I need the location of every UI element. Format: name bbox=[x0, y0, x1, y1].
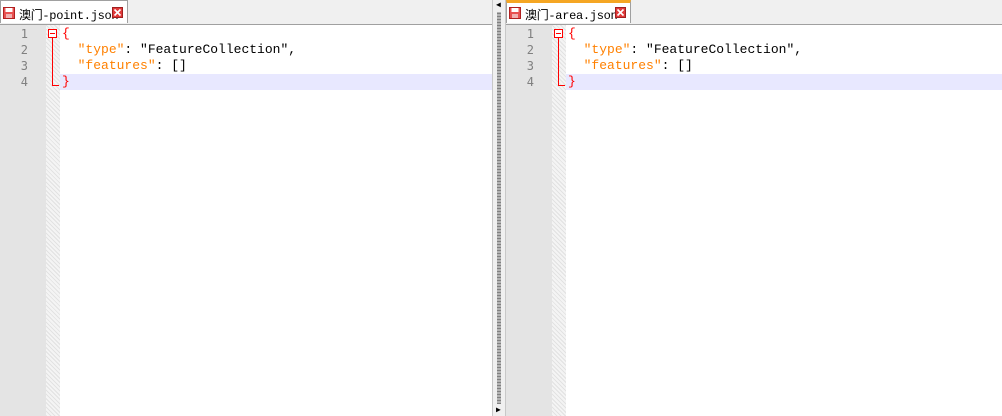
line-number: 3 bbox=[20, 59, 28, 73]
right-editor-pane: 澳门-area.json 1 2 3 4 { "type": "FeatureC… bbox=[506, 0, 1002, 416]
right-editor[interactable]: 1 2 3 4 { "type": "FeatureCollection", "… bbox=[506, 25, 1002, 416]
json-key: "features" bbox=[583, 58, 662, 73]
json-colon: : bbox=[661, 58, 678, 73]
line-number: 2 bbox=[20, 43, 28, 57]
fold-guide-line bbox=[558, 38, 559, 85]
save-file-icon bbox=[3, 7, 15, 19]
fold-margin bbox=[552, 25, 566, 416]
right-tab-bar: 澳门-area.json bbox=[506, 0, 1002, 25]
json-colon: : bbox=[155, 58, 172, 73]
json-key: "type" bbox=[583, 42, 631, 57]
json-value: [] bbox=[171, 58, 187, 73]
code-line-4: } bbox=[568, 74, 576, 90]
current-line-highlight bbox=[566, 74, 1002, 90]
left-editor-pane: 澳门-point.json 1 2 3 4 { "type": "Feature… bbox=[0, 0, 492, 416]
line-number: 2 bbox=[526, 43, 534, 57]
json-key: "features" bbox=[77, 58, 156, 73]
arrow-right-icon[interactable]: ▶ bbox=[496, 406, 501, 414]
close-tab-icon[interactable] bbox=[112, 7, 123, 18]
code-line-4: } bbox=[62, 74, 70, 90]
json-value: "FeatureCollection", bbox=[140, 42, 297, 57]
line-number: 1 bbox=[20, 27, 28, 41]
line-number: 4 bbox=[526, 75, 534, 89]
line-number: 3 bbox=[526, 59, 534, 73]
line-number-gutter: 1 2 3 4 bbox=[0, 25, 46, 416]
line-number-gutter: 1 2 3 4 bbox=[506, 25, 552, 416]
code-line-2: "type": "FeatureCollection", bbox=[568, 42, 802, 58]
line-number: 4 bbox=[20, 75, 28, 89]
close-tab-icon[interactable] bbox=[615, 7, 626, 18]
tab-area-json[interactable]: 澳门-area.json bbox=[506, 0, 631, 23]
tab-label: 澳门-area.json bbox=[525, 9, 618, 23]
open-brace: { bbox=[568, 26, 576, 41]
tab-label: 澳门-point.json bbox=[19, 9, 119, 23]
json-colon: : bbox=[630, 42, 647, 57]
fold-end-marker bbox=[52, 85, 59, 86]
open-brace: { bbox=[62, 26, 70, 41]
code-line-1: { bbox=[62, 26, 70, 42]
json-value: "FeatureCollection", bbox=[646, 42, 803, 57]
left-tab-bar: 澳门-point.json bbox=[0, 0, 492, 25]
code-line-2: "type": "FeatureCollection", bbox=[62, 42, 296, 58]
fold-end-marker bbox=[558, 85, 565, 86]
fold-collapse-icon[interactable] bbox=[48, 29, 57, 38]
splitter-grip[interactable] bbox=[497, 12, 501, 404]
save-file-icon bbox=[509, 7, 521, 19]
close-brace: } bbox=[62, 74, 70, 89]
tab-point-json[interactable]: 澳门-point.json bbox=[0, 0, 128, 23]
json-key: "type" bbox=[77, 42, 125, 57]
current-line-highlight bbox=[60, 74, 492, 90]
code-line-1: { bbox=[568, 26, 576, 42]
json-colon: : bbox=[124, 42, 141, 57]
fold-collapse-icon[interactable] bbox=[554, 29, 563, 38]
arrow-left-icon[interactable]: ◀ bbox=[496, 1, 501, 9]
json-value: [] bbox=[677, 58, 693, 73]
code-line-3: "features": [] bbox=[62, 58, 187, 74]
close-brace: } bbox=[568, 74, 576, 89]
line-number: 1 bbox=[526, 27, 534, 41]
fold-guide-line bbox=[52, 38, 53, 85]
code-line-3: "features": [] bbox=[568, 58, 693, 74]
view-splitter[interactable]: ◀ ▶ bbox=[492, 0, 506, 416]
fold-margin bbox=[46, 25, 60, 416]
left-editor[interactable]: 1 2 3 4 { "type": "FeatureCollection", "… bbox=[0, 25, 492, 416]
